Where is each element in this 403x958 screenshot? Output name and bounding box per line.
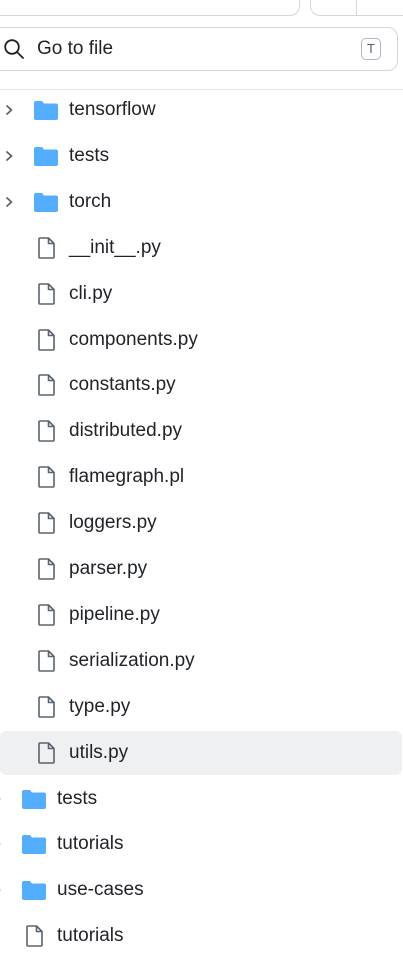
tree-item-folder[interactable]: tensorflow: [0, 88, 403, 132]
file-icon: [38, 695, 55, 718]
tree-item-file[interactable]: cli.py: [0, 272, 403, 316]
tree-item-file[interactable]: tutorials: [0, 914, 403, 958]
tree-item-label: constants.py: [69, 374, 176, 396]
chevron-right-icon[interactable]: [3, 195, 15, 209]
file-icon: [38, 282, 55, 305]
tree-item-label: tutorials: [57, 833, 124, 855]
tree-item-folder[interactable]: tutorials: [0, 822, 403, 866]
file-icon: [38, 236, 55, 259]
folder-icon: [34, 101, 58, 120]
tree-item-label: torch: [69, 190, 112, 212]
tree-item-label: pipeline.py: [69, 603, 160, 625]
tree-item-label: cli.py: [69, 282, 113, 304]
file-icon: [38, 558, 55, 580]
folder-icon: [22, 881, 46, 901]
file-icon: [38, 741, 55, 764]
folder-icon: [22, 789, 46, 809]
file-icon: [38, 649, 55, 672]
file-icon: [26, 925, 43, 947]
keyboard-shortcut-badge: T: [361, 38, 381, 60]
tree-item-file[interactable]: components.py: [0, 318, 403, 362]
search-input[interactable]: [37, 28, 327, 70]
tree-item-label: use-cases: [57, 879, 144, 901]
chevron-right-icon[interactable]: [3, 149, 15, 163]
tree-item-label: __init__.py: [69, 236, 161, 258]
tree-item-file[interactable]: __init__.py: [0, 226, 403, 270]
folder-icon: [22, 835, 46, 855]
tree-item-label: tests: [57, 787, 98, 809]
tree-item-folder[interactable]: use-cases: [0, 868, 403, 912]
tree-item-label: parser.py: [69, 558, 148, 579]
file-icon: [38, 466, 55, 488]
branch-selector-button[interactable]: [0, 0, 300, 16]
file-icon: [38, 420, 55, 443]
tree-item-file[interactable]: serialization.py: [0, 639, 403, 683]
file-icon: [38, 374, 55, 397]
file-icon: [38, 328, 55, 351]
search-icon: [4, 39, 24, 59]
toolbar-button-group[interactable]: [310, 0, 403, 16]
go-to-file-search[interactable]: T: [0, 27, 398, 71]
tree-item-file[interactable]: loggers.py: [0, 501, 403, 545]
tree-item-file[interactable]: distributed.py: [0, 409, 403, 453]
tree-item-file[interactable]: constants.py: [0, 363, 403, 407]
chevron-right-icon[interactable]: [0, 792, 3, 806]
file-icon: [38, 512, 55, 534]
tree-item-file[interactable]: utils.py: [0, 730, 402, 775]
folder-icon: [34, 146, 58, 166]
tree-item-folder[interactable]: tests: [0, 134, 403, 178]
tree-item-folder[interactable]: torch: [0, 180, 403, 224]
chevron-right-icon[interactable]: [3, 103, 15, 117]
tree-item-file[interactable]: type.py: [0, 685, 403, 729]
chevron-right-icon[interactable]: [0, 837, 3, 851]
file-icon: [38, 604, 55, 626]
chevron-right-icon[interactable]: [0, 883, 3, 897]
tree-item-label: tensorflow: [69, 99, 156, 120]
tree-item-label: serialization.py: [69, 649, 195, 671]
tree-item-label: distributed.py: [69, 420, 183, 442]
tree-item-label: utils.py: [69, 741, 129, 763]
tree-item-file[interactable]: parser.py: [0, 547, 403, 591]
tree-item-label: flamegraph.pl: [69, 466, 185, 488]
tree-item-label: tutorials: [57, 925, 124, 947]
tree-item-label: loggers.py: [69, 512, 157, 534]
tree-item-label: type.py: [69, 695, 131, 717]
tree-item-label: components.py: [69, 328, 198, 350]
tree-item-file[interactable]: flamegraph.pl: [0, 455, 403, 499]
tree-item-file[interactable]: pipeline.py: [0, 593, 403, 637]
tree-item-label: tests: [69, 144, 110, 166]
tree-item-folder[interactable]: tests: [0, 777, 403, 821]
folder-icon: [34, 192, 58, 212]
